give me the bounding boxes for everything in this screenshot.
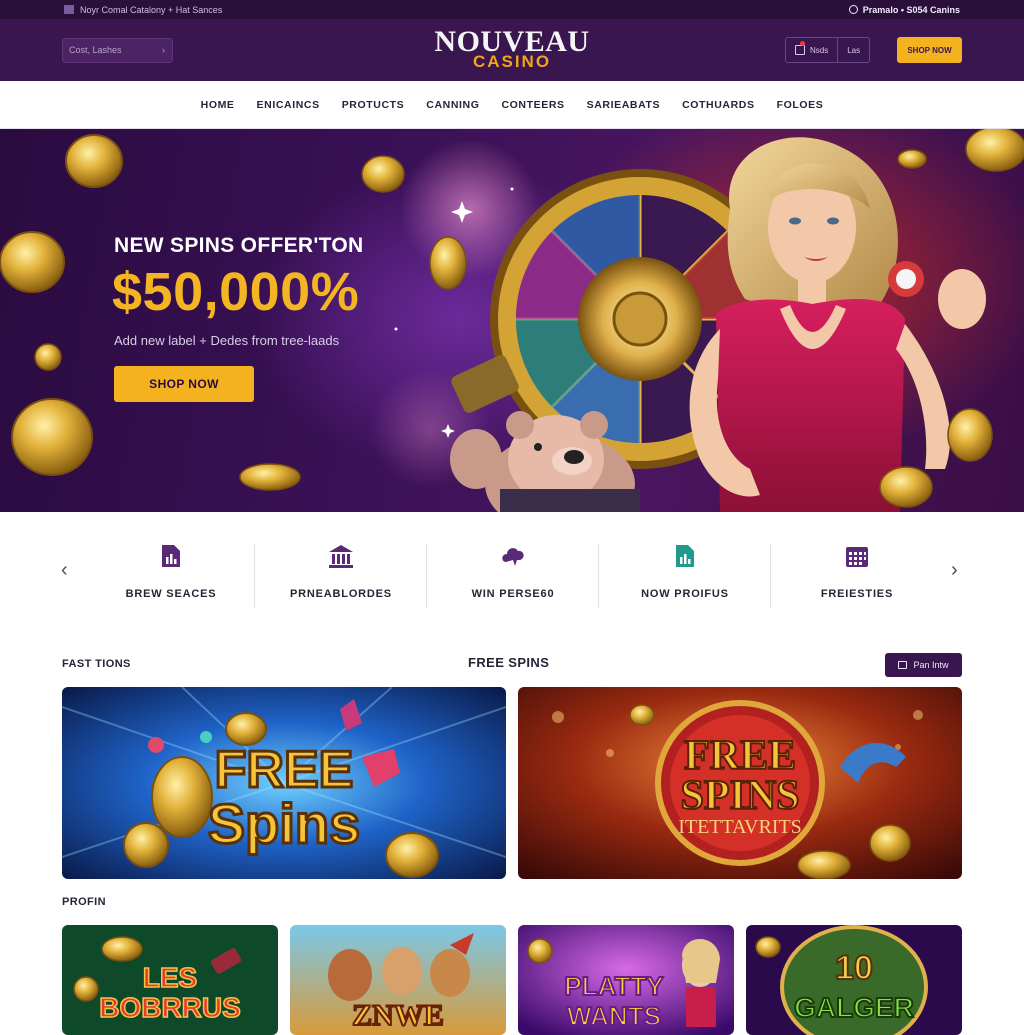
file-chart-icon xyxy=(676,545,694,567)
banner-art: FREE Spins xyxy=(62,687,506,879)
banner-title-line1: FREE xyxy=(215,741,354,799)
category-label: PRNEABLORDES xyxy=(290,588,392,600)
nav-item-5[interactable]: CONTEERS xyxy=(490,99,575,111)
top-strip-right-text: Pramalo • S054 Canins xyxy=(862,4,960,15)
category-label: BREW SEACES xyxy=(125,588,217,600)
banner2-subtitle: ITETTAVRITS xyxy=(678,816,802,838)
section-action-label: Pan Intw xyxy=(913,660,949,670)
game-tile[interactable]: ZNWE xyxy=(290,925,506,1035)
category-label: FREIESTIES xyxy=(820,588,894,600)
hostess-figure xyxy=(689,137,986,512)
category-carousel: ‹ BREW SEACES PRNEABLORDES WIN PERSE60 N… xyxy=(0,512,1024,632)
nav-item-home[interactable]: HOME xyxy=(190,99,246,111)
tile-title-line1: LES xyxy=(143,962,197,993)
header-account-group: Nsds Las xyxy=(785,37,871,63)
banner-art: FREE SPINS ITETTAVRITS xyxy=(518,687,962,879)
section-action-button[interactable]: Pan Intw xyxy=(885,653,962,677)
cart-button[interactable]: Las xyxy=(837,38,869,62)
hero-subtitle: Add new label + Dedes from tree-laads xyxy=(114,333,340,348)
tile-art: PLATTY WANTS xyxy=(518,925,734,1035)
nav-item-8[interactable]: FOLOES xyxy=(766,99,835,111)
hero-banner: NEW SPINS OFFER'TON $50,000% Add new lab… xyxy=(0,129,1024,512)
gift-icon xyxy=(898,661,908,669)
bank-icon xyxy=(329,545,353,568)
section-title: FREE SPINS xyxy=(468,655,550,670)
search-placeholder: Cost, Lashes xyxy=(69,45,122,55)
tile-art: ZNWE xyxy=(290,925,506,1035)
top-strip-left-text: Noyr Comal Catalony + Hat Sances xyxy=(80,4,223,15)
hero-title: NEW SPINS OFFER'TON xyxy=(114,234,364,257)
nav-item-4[interactable]: CANNING xyxy=(415,99,490,111)
nav-item-2[interactable]: ENICAINCS xyxy=(246,99,331,111)
category-item[interactable]: FREIESTIES xyxy=(771,542,943,608)
category-item[interactable]: WIN PERSE60 xyxy=(427,542,599,608)
top-strip-right[interactable]: Pramalo • S054 Canins xyxy=(848,4,960,15)
tile-title-line1: PLATTY xyxy=(564,971,663,1001)
header-shop-button[interactable]: SHOP NOW xyxy=(897,37,962,63)
promo-banner-free-spins[interactable]: FREE Spins xyxy=(62,687,506,879)
calendar-grid-icon xyxy=(846,547,868,567)
header: Cost, Lashes › NOUVEAU CASINO Nsds Las S… xyxy=(0,19,1024,81)
chevron-right-icon[interactable]: › xyxy=(951,559,958,582)
main-nav: HOME ENICAINCS PROTUCTS CANNING CONTEERS… xyxy=(0,81,1024,129)
tile-art: 10 GALGER xyxy=(746,925,962,1035)
globe-icon xyxy=(848,5,858,14)
tile-title-line1: ZNWE xyxy=(352,999,444,1032)
tile-title-line2: BOBRRUS xyxy=(99,992,241,1023)
search-input[interactable]: Cost, Lashes › xyxy=(62,38,173,63)
banner2-title-line2: SPINS xyxy=(680,773,799,819)
account-label: Nsds xyxy=(810,45,829,55)
tile-title-line2: GALGER xyxy=(794,992,914,1023)
section-label-profin: PROFIN xyxy=(62,896,106,908)
category-item[interactable]: BREW SEACES xyxy=(85,542,257,608)
game-tile[interactable]: LES BOBRRUS xyxy=(62,925,278,1035)
top-strip-left: Noyr Comal Catalony + Hat Sances xyxy=(64,5,222,15)
nav-item-3[interactable]: PROTUCTS xyxy=(331,99,416,111)
category-label: NOW PROIFUS xyxy=(641,588,729,600)
chevron-right-icon: › xyxy=(162,45,165,55)
hero-amount: $50,000% xyxy=(112,262,360,322)
tile-title-line1: 10 xyxy=(835,949,873,987)
nav-item-6[interactable]: SARIEABATS xyxy=(576,99,671,111)
flag-icon xyxy=(64,5,74,14)
chevron-left-icon[interactable]: ‹ xyxy=(61,559,68,582)
cloud-icon xyxy=(502,548,524,566)
nav-item-7[interactable]: COTHUARDS xyxy=(671,99,765,111)
bag-icon xyxy=(795,41,805,55)
hero-shop-button[interactable]: SHOP NOW xyxy=(114,366,254,402)
game-tile[interactable]: 10 GALGER xyxy=(746,925,962,1035)
document-chart-icon xyxy=(162,545,180,567)
game-tile[interactable]: PLATTY WANTS xyxy=(518,925,734,1035)
account-button[interactable]: Nsds xyxy=(786,38,837,62)
promo-banner-free-spins-2[interactable]: FREE SPINS ITETTAVRITS xyxy=(518,687,962,879)
top-strip: Noyr Comal Catalony + Hat Sances Pramalo… xyxy=(0,0,1024,19)
section-header: FAST TIONS FREE SPINS Pan Intw xyxy=(62,653,962,677)
category-item[interactable]: NOW PROIFUS xyxy=(599,542,771,608)
category-item[interactable]: PRNEABLORDES xyxy=(255,542,427,608)
category-label: WIN PERSE60 xyxy=(471,588,555,600)
tile-art: LES BOBRRUS xyxy=(62,925,278,1035)
tile-title-line2: WANTS xyxy=(567,1001,661,1031)
logo[interactable]: NOUVEAU CASINO xyxy=(412,27,612,71)
cart-label: Las xyxy=(847,45,861,55)
section-left-label: FAST TIONS xyxy=(62,658,131,670)
banner-title-line2: Spins xyxy=(208,792,360,855)
